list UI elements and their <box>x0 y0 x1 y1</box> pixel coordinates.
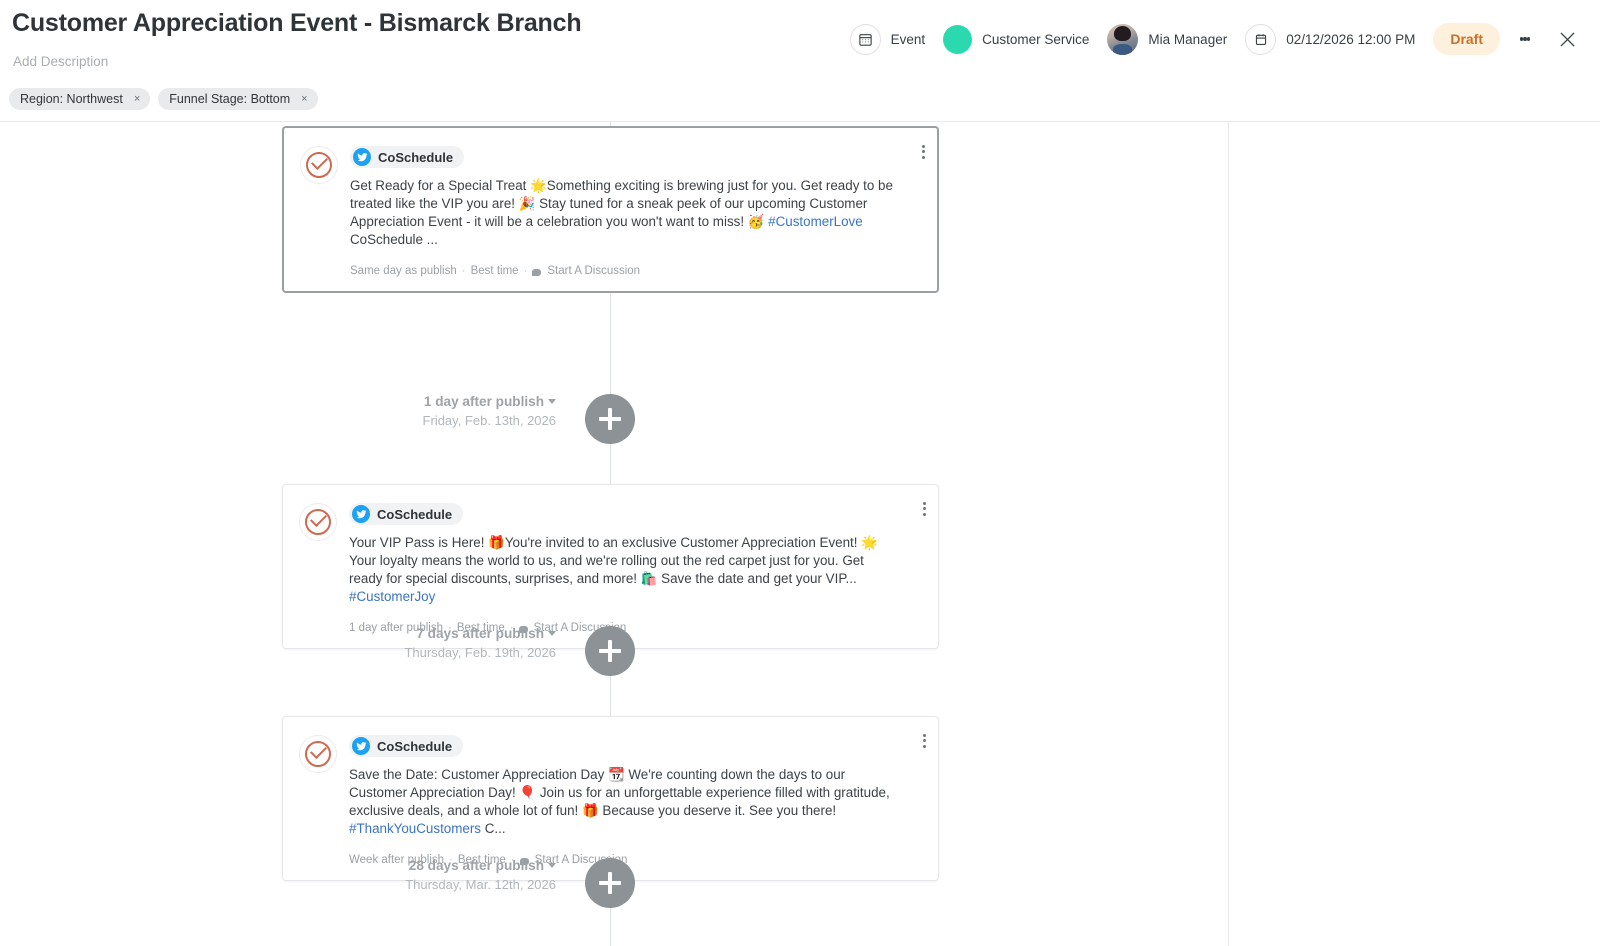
meta-separator: · <box>461 265 466 277</box>
close-icon[interactable] <box>1550 22 1584 56</box>
message-text: Save the Date: Customer Appreciation Day… <box>349 767 890 836</box>
social-message-stream: CoSchedule Get Ready for a Special Treat… <box>0 122 1228 946</box>
social-message-card[interactable]: CoSchedule Save the Date: Customer Appre… <box>282 716 939 881</box>
add-message-button[interactable] <box>585 394 635 444</box>
header-toolbar: Event Customer Service Mia Manager 02/12… <box>849 18 1584 60</box>
timeline-separator: 28 days after publish Thursday, Mar. 12t… <box>0 858 1228 914</box>
description-input[interactable]: Add Description <box>13 54 108 69</box>
card-kebab-icon[interactable] <box>922 142 925 161</box>
remove-tag-icon[interactable]: × <box>134 93 140 105</box>
chevron-down-icon[interactable] <box>548 398 556 404</box>
profile-name: CoSchedule <box>378 149 454 165</box>
remove-tag-icon[interactable]: × <box>301 93 307 105</box>
profile-pill[interactable]: CoSchedule <box>349 735 464 757</box>
profile-name: CoSchedule <box>377 738 453 754</box>
owner-label: Mia Manager <box>1148 31 1228 47</box>
profile-pill[interactable]: CoSchedule <box>350 146 465 168</box>
twitter-icon <box>353 148 371 166</box>
page-title: Customer Appreciation Event - Bismarck B… <box>12 9 582 37</box>
hashtag-link[interactable]: #CustomerLove <box>768 214 863 229</box>
tag-list: Region: Northwest × Funnel Stage: Bottom… <box>9 88 318 110</box>
separator-labels: 7 days after publish Thursday, Feb. 19th… <box>236 626 556 660</box>
twitter-icon <box>352 737 370 755</box>
separator-timing[interactable]: 1 day after publish <box>236 394 556 409</box>
kebab-vertical-icon[interactable] <box>1508 22 1542 56</box>
panel-divider <box>1228 122 1229 946</box>
publish-date-selector[interactable]: 02/12/2026 12:00 PM <box>1245 23 1416 55</box>
page-header: Customer Appreciation Event - Bismarck B… <box>0 0 1600 122</box>
hashtag-link[interactable]: #CustomerJoy <box>349 589 435 604</box>
timeline-separator: 7 days after publish Thursday, Feb. 19th… <box>0 626 1228 682</box>
profile-pill[interactable]: CoSchedule <box>349 503 464 525</box>
calendar-icon <box>1245 23 1277 55</box>
card-kebab-icon[interactable] <box>923 731 926 750</box>
add-message-button[interactable] <box>585 626 635 676</box>
start-discussion-link[interactable]: Start A Discussion <box>547 265 640 277</box>
campaign-color-swatch <box>943 24 973 54</box>
owner-selector[interactable]: Mia Manager <box>1107 23 1228 55</box>
card-kebab-icon[interactable] <box>923 499 926 518</box>
separator-date: Thursday, Feb. 19th, 2026 <box>404 645 556 660</box>
separator-date: Thursday, Mar. 12th, 2026 <box>405 877 556 892</box>
chevron-down-icon[interactable] <box>548 862 556 868</box>
separator-labels: 28 days after publish Thursday, Mar. 12t… <box>236 858 556 892</box>
status-badge[interactable]: Draft <box>1433 23 1500 55</box>
hashtag-link[interactable]: #ThankYouCustomers <box>349 821 481 836</box>
timing-label: Same day as publish <box>350 265 457 277</box>
coschedule-logo-icon <box>300 146 338 184</box>
add-message-button[interactable] <box>585 858 635 908</box>
profile-name: CoSchedule <box>377 506 453 522</box>
separator-labels: 1 day after publish Friday, Feb. 13th, 2… <box>236 394 556 428</box>
campaign-selector[interactable]: Customer Service <box>943 24 1090 54</box>
comment-icon <box>532 268 542 276</box>
item-type-selector[interactable]: Event <box>849 23 926 55</box>
coschedule-logo-icon <box>299 503 337 541</box>
tag-label: Region: Northwest <box>20 92 123 106</box>
calendar-icon <box>849 23 881 55</box>
publish-date-label: 02/12/2026 12:00 PM <box>1286 31 1416 47</box>
item-type-label: Event <box>890 31 926 47</box>
tag-label: Funnel Stage: Bottom <box>169 92 291 106</box>
social-message-card[interactable]: CoSchedule Get Ready for a Special Treat… <box>282 126 939 293</box>
coschedule-logo-icon <box>299 735 337 773</box>
campaign-label: Customer Service <box>982 31 1090 47</box>
tag-chip[interactable]: Funnel Stage: Bottom × <box>158 88 318 110</box>
main-area: CoSchedule Get Ready for a Special Treat… <box>0 122 1600 946</box>
card-meta: Same day as publish · Best time · Start … <box>350 265 897 277</box>
social-message-card[interactable]: CoSchedule Your VIP Pass is Here! 🎁You'r… <box>282 484 939 649</box>
separator-timing[interactable]: 7 days after publish <box>236 626 556 641</box>
avatar <box>1107 23 1139 55</box>
tag-chip[interactable]: Region: Northwest × <box>9 88 151 110</box>
meta-separator: · <box>523 265 528 277</box>
chevron-down-icon[interactable] <box>548 630 556 636</box>
best-time-label: Best time <box>470 265 519 277</box>
message-text: Get Ready for a Special Treat 🌟Something… <box>350 178 893 247</box>
message-text: Your VIP Pass is Here! 🎁You're invited t… <box>349 535 878 604</box>
separator-timing[interactable]: 28 days after publish <box>236 858 556 873</box>
twitter-icon <box>352 505 370 523</box>
timeline-separator: 1 day after publish Friday, Feb. 13th, 2… <box>0 394 1228 450</box>
separator-date: Friday, Feb. 13th, 2026 <box>422 413 556 428</box>
